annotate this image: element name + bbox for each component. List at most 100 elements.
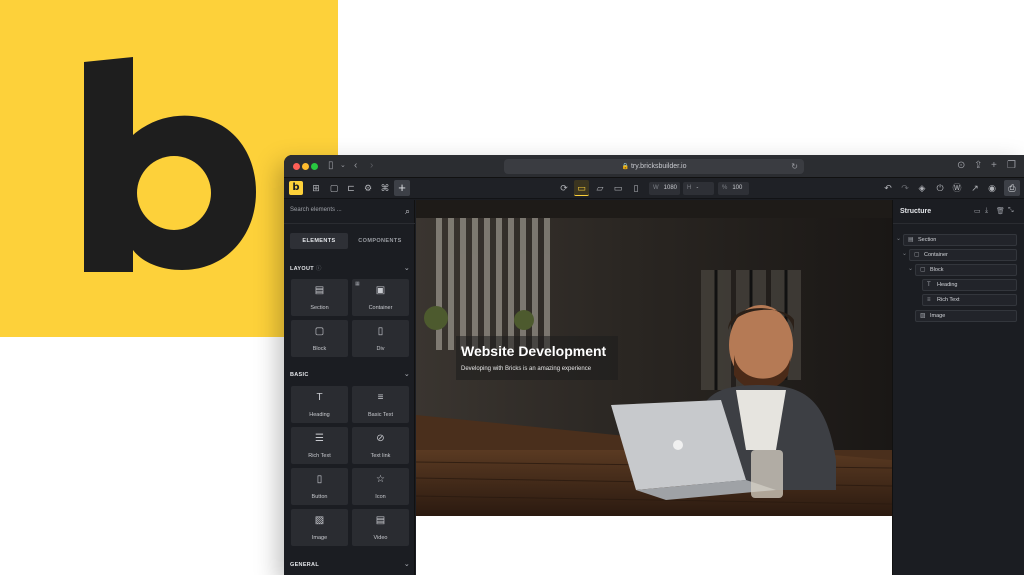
bricks-logo-icon[interactable]: b: [289, 181, 303, 195]
element-tile-block[interactable]: ▢ Block: [291, 320, 348, 357]
structure-node-rich-text[interactable]: ≡ Rich Text: [922, 294, 1017, 306]
element-tile-rich-text[interactable]: ☰ Rich Text: [291, 427, 348, 464]
hero-section[interactable]: Website Development Developing with Bric…: [416, 200, 892, 516]
div-icon: ▯: [377, 326, 384, 337]
info-icon[interactable]: ⓘ: [316, 266, 322, 272]
element-tile-container[interactable]: ▦ ▣ Container: [352, 279, 409, 316]
breakpoint-tablet-icon[interactable]: ▭: [612, 182, 624, 194]
width-field[interactable]: W 1080: [649, 182, 680, 195]
template-icon[interactable]: ⊞: [310, 182, 322, 194]
video-icon: ▤: [375, 515, 386, 526]
rich-text-icon: ≡: [927, 297, 931, 303]
element-tile-section[interactable]: ▤ Section: [291, 279, 348, 316]
settings-icon[interactable]: ⚙: [362, 182, 374, 194]
folder-icon[interactable]: ⊏: [345, 182, 357, 194]
command-icon[interactable]: ⌘: [379, 182, 391, 194]
hero-rich-text[interactable]: Developing with Bricks is an amazing exp…: [461, 366, 591, 372]
element-tile-button[interactable]: ▯ Button: [291, 468, 348, 505]
external-link-icon[interactable]: ↗: [969, 182, 981, 194]
container-icon: ▢: [914, 252, 920, 258]
heading-icon: T: [927, 282, 931, 288]
browser-titlebar: ▯ ⌄ ‹ › 🔒 try.bricksbuilder.io ↻ ⊙ ⇪ + ❐: [284, 155, 1024, 178]
zoom-field[interactable]: % 100: [718, 182, 749, 195]
pages-icon[interactable]: ▢: [328, 182, 340, 194]
category-layout-header[interactable]: LAYOUT ⓘ ⌄: [290, 264, 410, 274]
breakpoint-desktop-icon[interactable]: ▭: [574, 180, 589, 196]
undo-icon[interactable]: ↶: [882, 182, 894, 194]
clipboard-icon[interactable]: ▭: [974, 207, 981, 215]
block-icon: ▢: [314, 326, 325, 337]
search-input[interactable]: Search elements ...: [290, 207, 342, 213]
lock-icon: 🔒: [621, 164, 629, 170]
tab-elements[interactable]: ELEMENTS: [290, 233, 348, 249]
rich-text-icon: ☰: [315, 433, 324, 444]
element-tile-video[interactable]: ▤ Video: [352, 509, 409, 546]
tab-components[interactable]: COMPONENTS: [351, 233, 409, 249]
elements-panel: Search elements ... ⌕ ELEMENTS COMPONENT…: [284, 200, 415, 575]
structure-title: Structure: [900, 208, 932, 215]
container-icon: ▣: [375, 285, 386, 296]
promo-stage: ▯ ⌄ ‹ › 🔒 try.bricksbuilder.io ↻ ⊙ ⇪ + ❐ …: [0, 0, 1024, 575]
window-minimize-button[interactable]: [302, 163, 309, 170]
image-icon: ▨: [920, 313, 926, 319]
chevron-down-icon[interactable]: ⌄: [896, 235, 901, 242]
preview-eye-icon[interactable]: ◉: [986, 182, 998, 194]
structure-node-section[interactable]: ▤ Section: [903, 234, 1017, 246]
layers-icon[interactable]: ◈: [916, 182, 928, 194]
window-close-button[interactable]: [293, 163, 300, 170]
chevron-down-icon[interactable]: ⌄: [404, 370, 410, 380]
basic-text-icon: ≡: [377, 392, 384, 403]
height-field[interactable]: H-: [683, 182, 714, 195]
add-element-button[interactable]: +: [394, 180, 410, 196]
browser-window: ▯ ⌄ ‹ › 🔒 try.bricksbuilder.io ↻ ⊙ ⇪ + ❐ …: [284, 155, 1024, 575]
chevron-down-icon[interactable]: ⌄: [404, 560, 410, 570]
chevron-down-icon[interactable]: ⌄: [404, 264, 410, 274]
button-icon: ▯: [316, 474, 323, 485]
reload-icon[interactable]: ↻: [791, 159, 798, 174]
element-tile-basic-text[interactable]: ≡ Basic Text: [352, 386, 409, 423]
structure-node-container[interactable]: ▢ Container: [909, 249, 1017, 261]
breakpoint-mobile-icon[interactable]: ▯: [630, 182, 642, 194]
structure-node-block[interactable]: ▢ Block: [915, 264, 1017, 276]
search-row: Search elements ... ⌕: [284, 200, 415, 224]
element-tile-icon[interactable]: ☆ Icon: [352, 468, 409, 505]
element-tile-text-link[interactable]: ⊘ Text link: [352, 427, 409, 464]
download-icon[interactable]: ⊙: [957, 160, 965, 172]
block-icon: ▢: [920, 267, 926, 273]
url-text: try.bricksbuilder.io: [630, 163, 687, 170]
window-maximize-button[interactable]: [311, 163, 318, 170]
element-tile-heading[interactable]: T Heading: [291, 386, 348, 423]
tab-overview-icon[interactable]: ❐: [1007, 160, 1016, 172]
trash-icon[interactable]: 🗑: [996, 207, 1005, 215]
link-icon: ⊘: [376, 433, 385, 444]
category-basic-header[interactable]: BASIC ⌄: [290, 370, 410, 380]
share-icon[interactable]: ⇪: [974, 160, 982, 172]
save-button[interactable]: ⎙: [1004, 180, 1020, 196]
hero-heading[interactable]: Website Development: [461, 343, 606, 359]
sidebar-toggle-icon[interactable]: ▯: [328, 160, 334, 172]
breakpoint-settings-icon[interactable]: ⟳: [558, 182, 570, 194]
forward-icon[interactable]: ›: [370, 160, 373, 172]
chevron-down-icon[interactable]: ⌄: [340, 160, 346, 172]
breakpoint-tablet-landscape-icon[interactable]: ▱: [594, 182, 606, 194]
wordpress-icon[interactable]: Ⓦ: [951, 182, 963, 194]
structure-node-image[interactable]: ▨ Image: [915, 310, 1017, 322]
back-icon[interactable]: ‹: [354, 160, 357, 172]
element-tile-div[interactable]: ▯ Div: [352, 320, 409, 357]
structure-node-heading[interactable]: T Heading: [922, 279, 1017, 291]
redo-icon[interactable]: ↷: [899, 182, 911, 194]
element-tile-image[interactable]: ▨ Image: [291, 509, 348, 546]
new-tab-icon[interactable]: +: [991, 160, 997, 172]
collapse-icon[interactable]: ⤡: [1008, 207, 1014, 215]
section-icon: ▤: [314, 285, 325, 296]
download-icon[interactable]: ⤓: [985, 207, 988, 215]
search-icon[interactable]: ⌕: [405, 206, 410, 217]
chevron-down-icon[interactable]: ⌄: [902, 250, 907, 257]
builder-canvas[interactable]: Website Development Developing with Bric…: [416, 200, 892, 575]
chevron-down-icon[interactable]: ⌄: [908, 265, 913, 272]
address-bar[interactable]: 🔒 try.bricksbuilder.io ↻: [504, 159, 804, 174]
category-general-header[interactable]: GENERAL ⌄: [290, 560, 410, 570]
power-icon[interactable]: ⏻: [934, 182, 946, 194]
image-icon: ▨: [314, 515, 325, 526]
section-icon: ▤: [908, 237, 914, 243]
